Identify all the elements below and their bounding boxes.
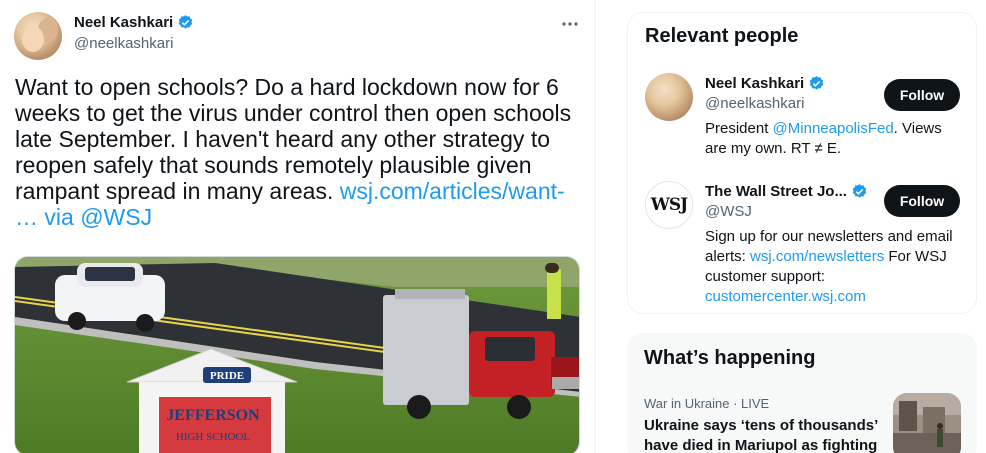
relevant-person[interactable]: WSJ The Wall Street Jo... @WSJ Follow Si… (645, 181, 963, 311)
person-name-row[interactable]: Neel Kashkari (705, 75, 825, 92)
verified-badge-icon (810, 76, 824, 90)
sign-jefferson-text: JEFFERSON (166, 407, 260, 424)
tweet-line: weeks to get the virus under control the… (15, 100, 572, 126)
trend-thumbnail[interactable] (893, 393, 961, 453)
tweet-media-image[interactable]: PRIDE JEFFERSON HIGH SCHOOL (14, 256, 580, 453)
whats-happening-title: What’s happening (644, 347, 816, 369)
customercenter-link[interactable]: customercenter.wsj.com (705, 288, 866, 305)
tweet-text: Want to open schools? Do a hard lockdown… (15, 74, 583, 230)
relevant-people-title: Relevant people (645, 25, 799, 47)
trend-meta: War in Ukraine · LIVE (644, 396, 770, 411)
person-bio: President @MinneapolisFed. Views are my … (705, 119, 963, 159)
author-name[interactable]: Neel Kashkari (74, 14, 173, 31)
person-name[interactable]: The Wall Street Jo... (705, 183, 847, 200)
tweet-line: … via @WSJ (15, 204, 583, 230)
author-handle[interactable]: @neelkashkari (74, 35, 173, 52)
author-avatar[interactable] (14, 12, 62, 60)
relevant-people-card: Relevant people Neel Kashkari @neelkashk… (627, 12, 977, 314)
person-name[interactable]: Neel Kashkari (705, 75, 804, 92)
relevant-person[interactable]: Neel Kashkari @neelkashkari Follow Presi… (645, 73, 963, 169)
person-name-row[interactable]: The Wall Street Jo... (705, 183, 868, 200)
author-name-row[interactable]: Neel Kashkari (74, 14, 194, 31)
tweet-line: Want to open schools? Do a hard lockdown… (15, 74, 559, 100)
tweet-line: reopen safely that sounds remotely plaus… (15, 152, 532, 178)
follow-button[interactable]: Follow (884, 79, 960, 111)
wsj-logo-text: WSJ (650, 195, 688, 215)
sign-highschool-text: HIGH SCHOOL (176, 431, 251, 443)
follow-button[interactable]: Follow (884, 185, 960, 217)
whats-happening-card: What’s happening War in Ukraine · LIVE U… (627, 333, 977, 453)
tweet-line: late September. I haven't heard any othe… (15, 126, 550, 152)
person-avatar[interactable]: WSJ (645, 181, 693, 229)
trend-title[interactable]: Ukraine says ‘tens of thousands’ have di… (644, 416, 884, 453)
more-dots-icon[interactable] (556, 12, 584, 36)
article-link[interactable]: wsj.com/articles/want- (340, 178, 565, 204)
wsj-mention-link[interactable]: @WSJ (80, 204, 152, 230)
tweet-column: Neel Kashkari @neelkashkari Want to open… (0, 0, 596, 453)
person-bio: Sign up for our newsletters and email al… (705, 227, 963, 307)
verified-badge-icon (852, 184, 867, 198)
article-link-ellipsis[interactable]: … via (15, 204, 80, 230)
newsletters-link[interactable]: wsj.com/newsletters (750, 248, 884, 265)
verified-badge-icon (179, 15, 193, 29)
tweet-line: rampant spread in many areas. wsj.com/ar… (15, 178, 583, 204)
tweet-line-text: rampant spread in many areas. (15, 178, 340, 204)
person-handle[interactable]: @WSJ (705, 203, 752, 220)
minneapolisfed-mention-link[interactable]: @MinneapolisFed (773, 120, 894, 137)
person-handle[interactable]: @neelkashkari (705, 95, 804, 112)
school-photo: PRIDE JEFFERSON HIGH SCHOOL (15, 257, 579, 453)
person-avatar[interactable] (645, 73, 693, 121)
sign-pride-text: PRIDE (210, 370, 244, 382)
bio-text: President (705, 120, 773, 137)
